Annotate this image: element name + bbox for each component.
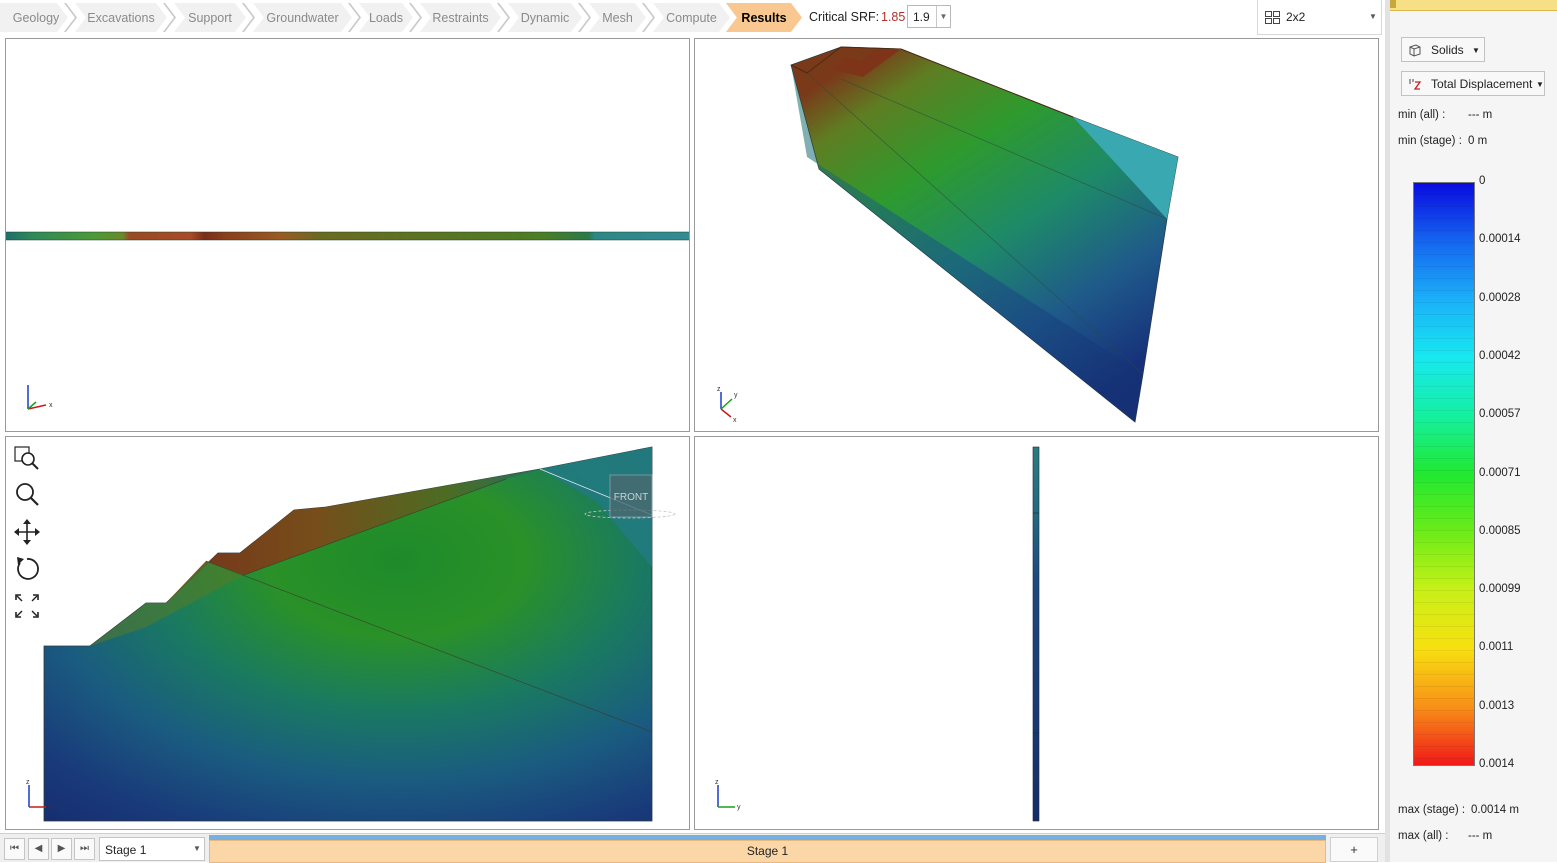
axis-label: x xyxy=(49,402,53,409)
stage-bar: ⏮ ◀ ▶ ⏭ Stage 1 ▼ Stage 1 + xyxy=(0,833,1385,863)
critical-srf-value: 1.85 xyxy=(881,10,906,24)
min-all-label: min (all) : xyxy=(1398,109,1446,121)
max-all-label: max (all) : xyxy=(1398,830,1449,842)
tab-loads[interactable]: Loads xyxy=(359,3,413,32)
displacement-icon xyxy=(1409,79,1422,90)
viewport-front[interactable]: FRONT z x xyxy=(5,436,690,830)
zoom-icon[interactable] xyxy=(12,480,42,510)
axis-label: z xyxy=(717,386,721,393)
stage-select[interactable]: Stage 1 ▼ xyxy=(99,837,205,861)
pan-icon[interactable] xyxy=(12,517,42,547)
chevron-down-icon[interactable]: ▼ xyxy=(936,6,950,27)
viewport-perspective[interactable]: z x y xyxy=(694,38,1379,432)
tab-label: Support xyxy=(188,10,232,25)
zoom-window-icon[interactable] xyxy=(12,444,42,474)
rotate-icon[interactable] xyxy=(12,554,42,584)
tab-dynamic[interactable]: Dynamic xyxy=(508,3,582,32)
max-all-value: --- m xyxy=(1468,830,1493,842)
viewport-top[interactable]: x xyxy=(5,38,690,432)
min-stage-value: 0 m xyxy=(1468,135,1488,147)
axis-label: z xyxy=(26,779,30,786)
add-stage-label: + xyxy=(1350,842,1358,857)
max-stage-label: max (stage) : xyxy=(1398,804,1466,816)
tab-label: Geology xyxy=(12,10,60,25)
legend-tick-label: 0.00014 xyxy=(1479,233,1521,246)
grid-layout-icon xyxy=(1265,11,1280,24)
result-type-select[interactable]: Total Displacement ▼ xyxy=(1401,71,1545,96)
chevron-down-icon: ▼ xyxy=(1369,12,1377,21)
legend-tick-label: 0.0014 xyxy=(1479,758,1515,770)
solids-icon xyxy=(1409,44,1421,57)
zoom-extents-icon[interactable] xyxy=(12,591,42,621)
axis-label: y xyxy=(734,392,738,399)
render-mode-value: Solids xyxy=(1431,43,1464,57)
tab-mesh[interactable]: Mesh xyxy=(589,3,646,32)
srf-select[interactable]: 1.9 ▼ xyxy=(907,5,951,28)
tab-label: Groundwater xyxy=(266,10,339,25)
srf-select-value: 1.9 xyxy=(913,10,930,24)
tab-compute[interactable]: Compute xyxy=(653,3,730,32)
model-front-view: FRONT z x xyxy=(26,446,676,822)
tab-label: Results xyxy=(741,10,787,25)
legend-color-bar xyxy=(1413,182,1475,766)
panel-header-strip xyxy=(1390,0,1557,11)
axis-triad-icon: x xyxy=(27,385,53,410)
legend-tick-label: 0.0013 xyxy=(1479,699,1515,712)
viewport-side[interactable]: z y xyxy=(694,436,1379,830)
legend-tick-label: 0.00085 xyxy=(1479,524,1521,537)
tab-groundwater[interactable]: Groundwater xyxy=(253,3,352,32)
chevron-down-icon: ▼ xyxy=(1536,80,1544,89)
last-stage-icon[interactable]: ⏭ xyxy=(74,838,95,860)
critical-srf-label: Critical SRF: xyxy=(809,10,880,24)
model-3d-view: z x y xyxy=(717,46,1179,424)
tab-label: Loads xyxy=(368,10,404,25)
tab-restraints[interactable]: Restraints xyxy=(420,3,501,32)
axis-triad-icon: z x y xyxy=(717,386,738,424)
tab-geology[interactable]: Geology xyxy=(0,3,68,32)
tab-label: Compute xyxy=(666,10,717,25)
legend-tick-label: 0 xyxy=(1479,175,1486,187)
tab-label: Dynamic xyxy=(520,10,570,25)
prev-stage-icon[interactable]: ◀ xyxy=(28,838,49,860)
axis-label: x xyxy=(733,417,737,424)
axis-label: z xyxy=(715,779,719,786)
axis-triad-icon: z y xyxy=(715,779,741,811)
tab-excavations[interactable]: Excavations xyxy=(75,3,167,32)
view-cube-label: FRONT xyxy=(614,492,648,503)
panel-grip[interactable] xyxy=(1390,0,1396,8)
min-stage-label: min (stage) : xyxy=(1398,135,1462,147)
axis-label: y xyxy=(737,804,741,811)
viewport-layout-select[interactable]: 2x2 ▼ xyxy=(1257,0,1382,35)
tab-label: Restraints xyxy=(432,10,489,25)
min-all-value: --- m xyxy=(1468,109,1493,121)
results-panel: Solids ▼ Total Displacement ▼ min (all) … xyxy=(1390,0,1557,862)
legend-tick-label: 0.00071 xyxy=(1479,466,1521,479)
stage-tab[interactable]: Stage 1 xyxy=(209,840,1326,863)
stage-tab-label: Stage 1 xyxy=(746,844,789,858)
chevron-down-icon: ▼ xyxy=(1472,46,1480,55)
axis-label: x xyxy=(48,804,52,811)
stage-select-value: Stage 1 xyxy=(105,843,147,857)
tab-support[interactable]: Support xyxy=(174,3,246,32)
add-stage-button[interactable]: + xyxy=(1330,837,1378,862)
chevron-down-icon: ▼ xyxy=(193,844,201,853)
tab-label: Mesh xyxy=(602,10,633,25)
next-stage-icon[interactable]: ▶ xyxy=(51,838,72,860)
max-stage-value: 0.0014 m xyxy=(1471,804,1519,816)
model-side-view: z y xyxy=(715,446,1040,822)
workflow-bar: Geology Excavations Support Groundwater … xyxy=(0,0,1385,36)
legend-tick-label: 0.00099 xyxy=(1479,583,1521,596)
tab-label: Excavations xyxy=(87,10,155,25)
render-mode-select[interactable]: Solids ▼ xyxy=(1401,37,1485,62)
legend-tick-label: 0.00042 xyxy=(1479,349,1521,362)
model-plan-strip: x xyxy=(6,231,689,410)
first-stage-icon[interactable]: ⏮ xyxy=(4,838,25,860)
legend-tick-label: 0.00028 xyxy=(1479,291,1521,304)
result-type-value: Total Displacement xyxy=(1431,77,1533,91)
legend-tick-label: 0.0011 xyxy=(1479,641,1514,654)
legend-tick-label: 0.00057 xyxy=(1479,408,1521,421)
legend-band-lines xyxy=(1414,183,1474,765)
layout-label: 2x2 xyxy=(1286,10,1306,24)
tab-results[interactable]: Results xyxy=(726,3,802,32)
